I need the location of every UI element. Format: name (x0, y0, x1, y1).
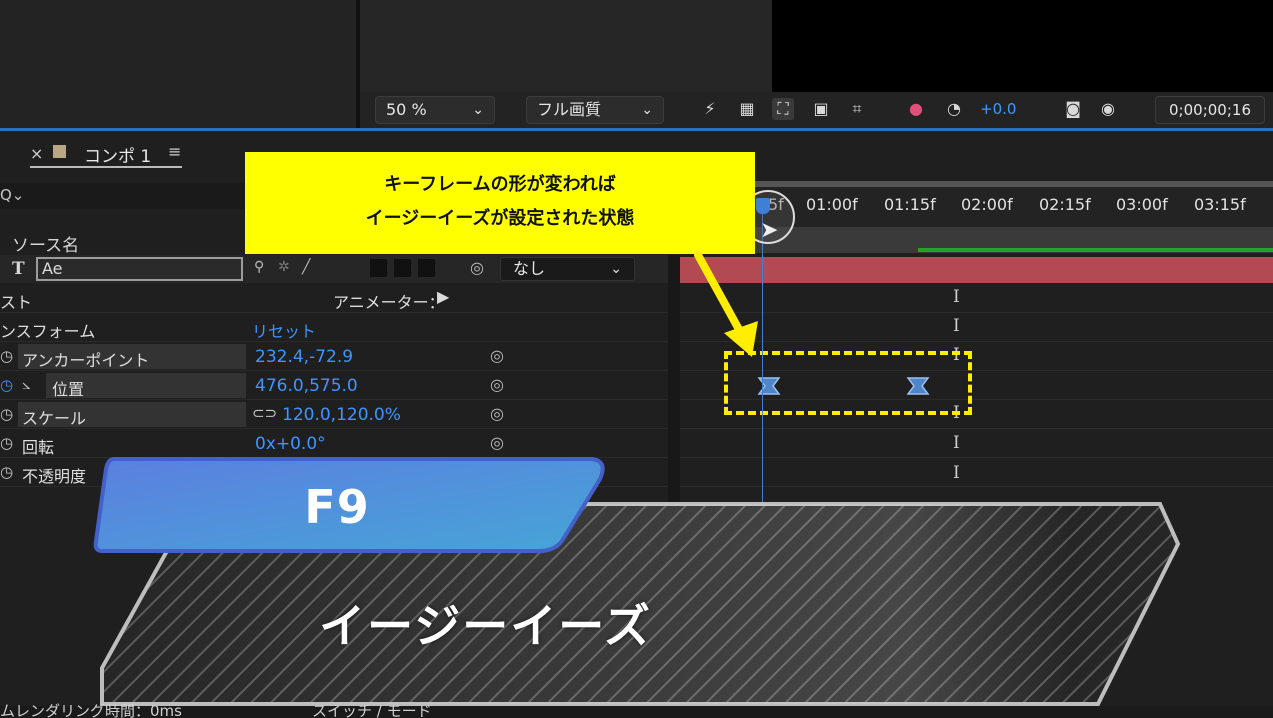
ruler-tick: 03:00f (1116, 195, 1168, 214)
reset-exposure-icon[interactable]: ◔ (943, 98, 965, 120)
project-panel (0, 0, 356, 128)
shy-icon[interactable]: ⚲ (254, 259, 264, 275)
render-cache-bar (918, 248, 1273, 252)
ruler-tick: 02:15f (1039, 195, 1091, 214)
spiral-icon[interactable]: ◎ (470, 258, 484, 277)
expression-icon[interactable]: ◎ (490, 375, 504, 394)
anchor-value[interactable]: 232.4,-72.9 (255, 347, 353, 367)
zoom-value: 50 % (386, 100, 427, 119)
region-of-interest-icon[interactable]: ▣ (810, 98, 832, 120)
callout-line-1: キーフレームの形が変われば (384, 174, 616, 195)
reset-link[interactable]: リセット (252, 318, 316, 342)
expression-icon[interactable]: ◎ (490, 346, 504, 365)
stopwatch-active-icon[interactable]: ◷ (0, 376, 13, 394)
viewer-timecode[interactable]: 0;00;00;16 (1155, 96, 1265, 124)
switch-box[interactable] (418, 259, 435, 277)
animator-label: アニメーター： (333, 293, 445, 312)
transparency-grid-icon[interactable]: ▦ (736, 98, 758, 120)
expression-icon[interactable]: ◎ (490, 433, 504, 452)
rotation-value[interactable]: 0x+0.0° (255, 434, 326, 454)
source-name-header[interactable]: ソース名 (12, 231, 79, 256)
zoom-dropdown[interactable]: 50 % ⌄ (375, 96, 495, 124)
anchor-label: アンカーポイント (22, 351, 150, 370)
layer-end-icon: I (953, 463, 960, 483)
track-row[interactable] (680, 458, 1273, 487)
ruler-tick: 01:15f (884, 195, 936, 214)
play-icon[interactable]: ▶ (437, 287, 449, 306)
link-icon[interactable]: ⊂⊃ (252, 404, 277, 422)
composition-viewer (360, 0, 772, 92)
resolution-value: フル画質 (537, 100, 602, 119)
expression-icon[interactable]: ◎ (490, 404, 504, 423)
color-channels-icon[interactable]: ● (905, 98, 927, 120)
property-row-transform[interactable] (0, 313, 668, 342)
ruler-tick: 01:00f (806, 195, 858, 214)
composition-canvas[interactable] (772, 0, 1273, 104)
layer-switches[interactable]: ⚲ ✲ ╱ (252, 259, 322, 279)
search-icon[interactable]: Q⌄ (0, 186, 24, 204)
stopwatch-icon[interactable]: ◷ (0, 347, 13, 365)
panel-menu-icon[interactable]: ≡ (168, 142, 181, 161)
snapshot-icon[interactable]: ◙ (1062, 98, 1084, 120)
text-group-label: スト (0, 293, 33, 312)
exposure-value[interactable]: +0.0 (980, 100, 1016, 118)
track-row[interactable] (680, 429, 1273, 458)
property-row-rotation[interactable] (0, 429, 668, 458)
comp-tab-label[interactable]: コンポ 1 (84, 142, 151, 167)
hotkey-label: F9 (304, 480, 370, 534)
chevron-down-icon: ⌄ (641, 102, 653, 118)
callout-arrow-icon (694, 251, 758, 357)
quality-icon[interactable]: ╱ (302, 259, 310, 275)
mask-visibility-icon[interactable]: ⛶ (772, 98, 794, 120)
ruler-tick: 03:15f (1194, 195, 1246, 214)
layer-end-icon: I (953, 433, 960, 453)
timeline-footer (0, 706, 1273, 718)
stopwatch-icon[interactable]: ◷ (0, 434, 13, 452)
guides-icon[interactable]: ⌗ (846, 98, 868, 120)
switch-box[interactable] (370, 259, 387, 277)
position-value[interactable]: 476.0,575.0 (255, 376, 358, 396)
close-icon[interactable]: × (30, 144, 43, 163)
ruler-tick: 02:00f (961, 195, 1013, 214)
mouse-cursor-icon: ➤ (760, 218, 779, 243)
stopwatch-icon[interactable]: ◷ (0, 463, 13, 481)
stopwatch-icon[interactable]: ◷ (0, 405, 13, 423)
text-layer-icon: T (12, 259, 25, 279)
banner-title: イージーイーズ (319, 599, 652, 653)
rotation-label: 回転 (22, 438, 55, 457)
resolution-dropdown[interactable]: フル画質 ⌄ (526, 96, 664, 124)
chevron-down-icon: ⌄ (472, 102, 484, 118)
graph-icon[interactable]: ⦣ (22, 375, 31, 393)
chevron-down-icon: ⌄ (610, 261, 622, 277)
comp-color-swatch (53, 145, 66, 158)
callout-line-2: イージーイーズが設定された状態 (365, 208, 635, 229)
render-time-label: ムレンダリング時間：0ms (0, 702, 182, 718)
opacity-label: 不透明度 (22, 467, 87, 486)
switch-mode-toggle[interactable]: スイッチ / モード (312, 704, 432, 718)
show-snapshot-icon[interactable]: ◉ (1097, 98, 1119, 120)
tab-underline (30, 166, 182, 168)
transform-group-label: ンスフォーム (0, 322, 96, 341)
position-label: 位置 (52, 380, 85, 399)
fast-preview-icon[interactable]: ⚡ (699, 98, 721, 120)
parent-value: なし (513, 259, 546, 278)
layer-end-icon: I (953, 316, 960, 336)
parent-dropdown[interactable]: なし ⌄ (500, 257, 635, 281)
layer-name-field[interactable]: Ae (36, 257, 243, 281)
switch-box[interactable] (394, 259, 411, 277)
collapse-icon[interactable]: ✲ (278, 259, 290, 275)
scale-value[interactable]: 120.0,120.0% (282, 405, 401, 425)
callout-box: キーフレームの形が変われば イージーイーズが設定された状態 (245, 152, 755, 254)
playhead-handle[interactable] (756, 198, 770, 214)
scale-label: スケール (22, 409, 87, 428)
layer-end-icon: I (953, 287, 960, 307)
